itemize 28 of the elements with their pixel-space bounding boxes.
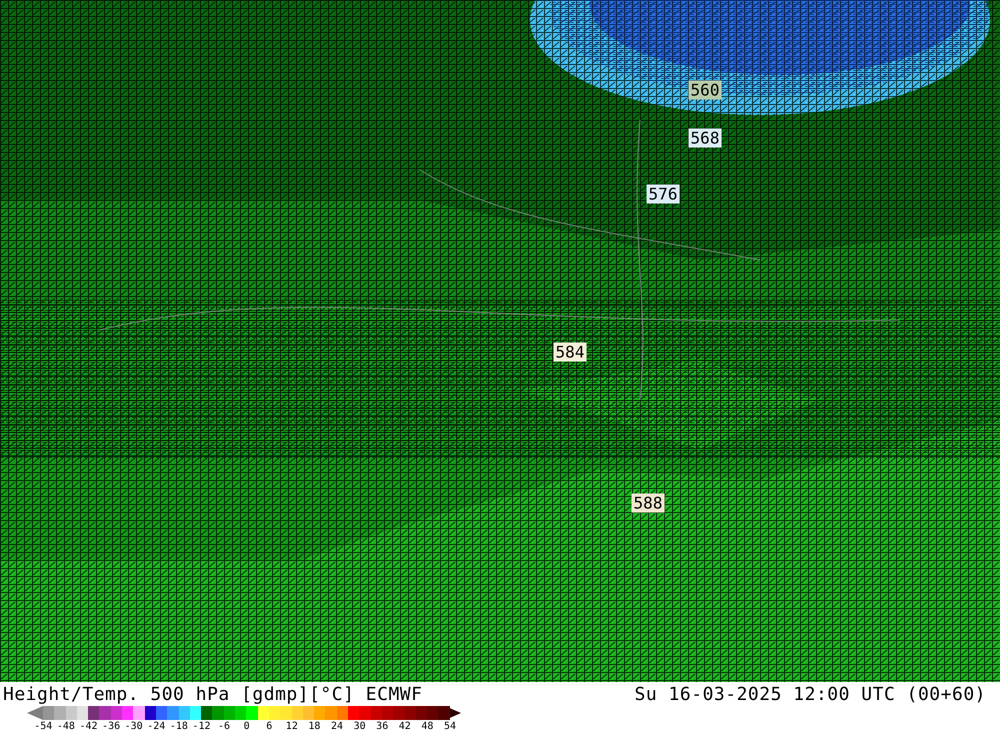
- legend-tick: -42: [78, 720, 99, 733]
- legend-tick: -30: [124, 720, 144, 733]
- contour-label: 568: [688, 128, 722, 148]
- chart-title: Height/Temp. 500 hPa [gdmp][°C] ECMWF: [3, 684, 422, 705]
- legend-tick: 18: [307, 720, 322, 733]
- legend-tick: 30: [352, 720, 367, 733]
- contour-label: 584: [554, 342, 586, 362]
- contour-label: 560: [688, 80, 722, 100]
- legend-tick: 36: [375, 720, 390, 733]
- contour-label: 576: [646, 184, 680, 204]
- legend-tick: -18: [168, 720, 189, 733]
- legend-tick: 48: [420, 720, 434, 733]
- legend-tick: 42: [398, 720, 412, 733]
- legend-tick: -48: [56, 720, 76, 733]
- left-arrow-icon: [27, 706, 43, 720]
- legend-tick: 0: [242, 720, 251, 733]
- legend-tick: 12: [284, 720, 299, 733]
- legend-tick: -54: [33, 720, 54, 733]
- legend-tick: -6: [217, 720, 232, 733]
- legend-tick: -36: [101, 720, 122, 733]
- legend-tick: 6: [265, 720, 274, 733]
- right-arrow-icon: [450, 706, 461, 720]
- legend-tick: -12: [191, 720, 212, 733]
- legend-tick: -24: [146, 720, 166, 733]
- valid-time: Su 16-03-2025 12:00 UTC (00+60): [634, 684, 986, 705]
- legend-tick: 24: [330, 720, 344, 733]
- legend-tick: 54: [442, 720, 457, 733]
- contour-label: 588: [632, 494, 664, 512]
